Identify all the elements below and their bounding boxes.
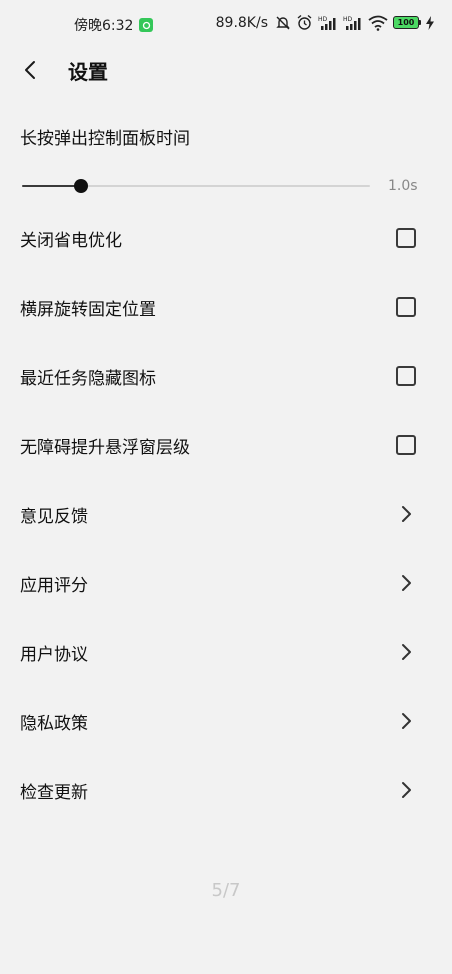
link-label: 检查更新 [20, 783, 88, 803]
link-row-privacy-policy[interactable]: 隐私政策 [0, 699, 452, 743]
long-press-time-slider[interactable] [22, 176, 370, 196]
wifi-icon [368, 15, 388, 31]
link-label: 隐私政策 [20, 714, 88, 734]
link-row-rate-app[interactable]: 应用评分 [0, 561, 452, 605]
app-notification-icon [139, 18, 154, 32]
battery-tip [419, 20, 421, 25]
charging-icon [426, 15, 434, 30]
link-label: 用户协议 [20, 645, 88, 665]
toggle-row-accessibility-overlay[interactable]: 无障碍提升悬浮窗层级 [0, 423, 452, 467]
hd-signal-icon-2: HD [343, 15, 363, 31]
toggle-row-landscape-fixed[interactable]: 横屏旋转固定位置 [0, 285, 452, 329]
chevron-right-icon [402, 506, 411, 522]
hd-signal-icon: HD [318, 15, 338, 31]
toggle-row-power-optimization[interactable]: 关闭省电优化 [0, 216, 452, 260]
status-time-group: 傍晚6:32 [74, 15, 154, 35]
status-right-group: 89.8K/s HD HD 100 [216, 14, 434, 31]
chevron-right-icon [402, 575, 411, 591]
long-press-time-label: 长按弹出控制面板时间 [20, 129, 190, 149]
battery-icon: 100 [393, 16, 421, 29]
settings-screen: 傍晚6:32 89.8K/s HD HD 100 设置 长按弹出控制面板时间 1… [0, 0, 452, 974]
mute-bell-icon [275, 15, 291, 31]
accessibility-overlay-checkbox[interactable] [396, 435, 416, 455]
svg-text:HD: HD [318, 16, 328, 23]
page-title: 设置 [68, 60, 108, 84]
battery-level: 100 [393, 16, 419, 29]
toggle-label: 关闭省电优化 [20, 231, 122, 251]
chevron-right-icon [402, 782, 411, 798]
page-indicator: 5/7 [211, 880, 241, 901]
power-optimization-checkbox[interactable] [396, 228, 416, 248]
slider-value: 1.0s [388, 178, 418, 194]
status-time: 傍晚6:32 [74, 18, 134, 34]
slider-thumb[interactable] [74, 179, 89, 193]
network-speed: 89.8K/s [215, 14, 268, 31]
hide-recent-icon-checkbox[interactable] [396, 366, 416, 386]
chevron-right-icon [402, 713, 411, 729]
link-row-feedback[interactable]: 意见反馈 [0, 492, 452, 536]
link-row-user-agreement[interactable]: 用户协议 [0, 630, 452, 674]
toggle-row-hide-recent-icon[interactable]: 最近任务隐藏图标 [0, 354, 452, 398]
toggle-label: 无障碍提升悬浮窗层级 [20, 438, 190, 458]
back-button[interactable] [14, 54, 46, 86]
header: 设置 [0, 48, 452, 92]
svg-text:HD: HD [343, 16, 353, 23]
link-label: 应用评分 [20, 576, 88, 596]
alarm-icon [296, 14, 313, 31]
landscape-fixed-checkbox[interactable] [396, 297, 416, 317]
slider-fill [22, 185, 82, 187]
toggle-label: 最近任务隐藏图标 [20, 369, 156, 389]
chevron-right-icon [402, 644, 411, 660]
chevron-left-icon [25, 61, 35, 79]
link-row-check-update[interactable]: 检查更新 [0, 768, 452, 812]
toggle-label: 横屏旋转固定位置 [20, 300, 156, 320]
status-bar: 傍晚6:32 89.8K/s HD HD 100 [0, 0, 452, 48]
link-label: 意见反馈 [20, 507, 88, 527]
